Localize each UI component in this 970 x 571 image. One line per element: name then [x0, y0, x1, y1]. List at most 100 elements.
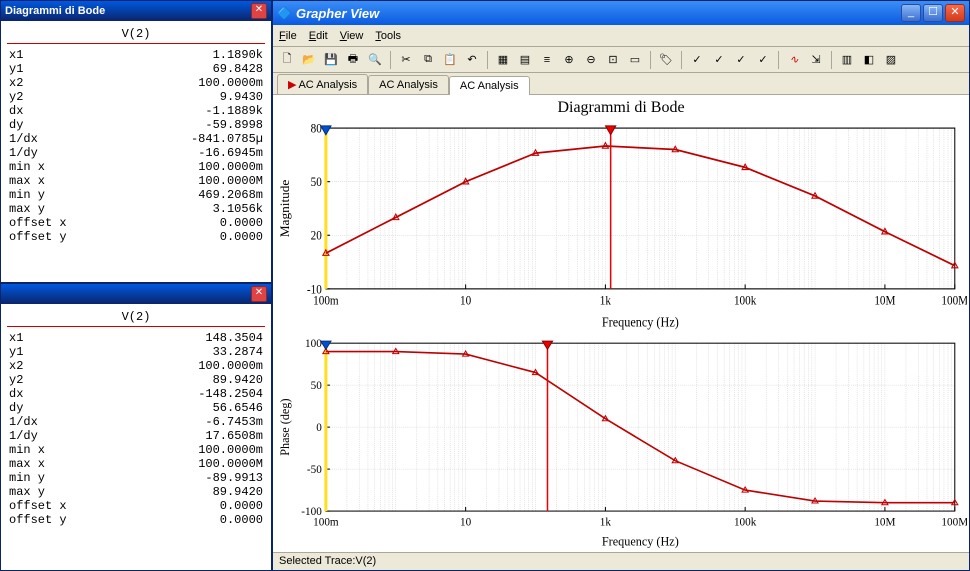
window-titlebar[interactable]: 🔷 Grapher View _ ☐ ✕ [273, 1, 969, 25]
open-icon[interactable]: 📂 [299, 50, 319, 70]
export-icon[interactable]: ⇲ [806, 50, 826, 70]
chart-area: Diagrammi di Bode -10205080100m101k100k1… [273, 95, 969, 552]
magnitude-chart[interactable]: -10205080100m101k100k10M100MFrequency (H… [275, 117, 967, 333]
svg-text:Frequency (Hz): Frequency (Hz) [602, 315, 679, 330]
svg-text:10M: 10M [874, 517, 895, 529]
svg-text:100M: 100M [941, 517, 967, 529]
trace-icon[interactable]: ∿ [784, 50, 804, 70]
panel-body: V(2) x11.1890ky169.8428x2100.0000my29.94… [1, 21, 271, 282]
new-icon[interactable]: 🗋 [277, 50, 297, 70]
table-row: max x100.0000M [7, 174, 265, 188]
separator [831, 51, 832, 69]
svg-text:10M: 10M [874, 294, 896, 308]
svg-text:80: 80 [311, 122, 322, 136]
marker1-icon[interactable]: ✓ [687, 50, 707, 70]
close-icon[interactable]: ✕ [251, 286, 267, 302]
paste-icon[interactable]: 📋 [440, 50, 460, 70]
minimize-button[interactable]: _ [901, 4, 921, 22]
tab-ac-analysis-1[interactable]: AC Analysis [368, 75, 449, 94]
marker4-icon[interactable]: ✓ [753, 50, 773, 70]
cursor-icon[interactable]: 🏷 [656, 50, 676, 70]
tool2-icon[interactable]: ◧ [859, 50, 879, 70]
table-row: x1148.3504 [7, 331, 265, 345]
svg-text:Magnitude: Magnitude [279, 179, 292, 237]
menu-edit[interactable]: Edit [309, 30, 328, 42]
cursor-data-table: x11.1890ky169.8428x2100.0000my29.9430dx-… [7, 48, 265, 244]
svg-text:100k: 100k [734, 517, 757, 529]
svg-text:Frequency (Hz): Frequency (Hz) [602, 535, 679, 549]
cursor-data-table: x1148.3504y133.2874x2100.0000my289.9420d… [7, 331, 265, 527]
zoom-out-icon[interactable]: ⊖ [581, 50, 601, 70]
table-row: max x100.0000M [7, 457, 265, 471]
tab-bar: ▶AC Analysis AC Analysis AC Analysis [273, 73, 969, 95]
table-row: min x100.0000m [7, 443, 265, 457]
table-row: 1/dx-6.7453m [7, 415, 265, 429]
trace-header: V(2) [7, 25, 265, 44]
table-row: max y89.9420 [7, 485, 265, 499]
maximize-button[interactable]: ☐ [923, 4, 943, 22]
print-icon[interactable]: 🖶 [343, 50, 363, 70]
svg-text:50: 50 [311, 176, 322, 190]
panel-titlebar[interactable]: ✕ [1, 284, 271, 304]
svg-text:100M: 100M [941, 294, 967, 308]
save-icon[interactable]: 💾 [321, 50, 341, 70]
table-row: max y3.1056k [7, 202, 265, 216]
tab-ac-analysis-0[interactable]: ▶AC Analysis [277, 74, 368, 94]
svg-text:100m: 100m [313, 294, 338, 308]
menu-view[interactable]: View [340, 30, 364, 42]
separator [390, 51, 391, 69]
tool3-icon[interactable]: ▨ [881, 50, 901, 70]
preview-icon[interactable]: 🔍 [365, 50, 385, 70]
svg-text:100k: 100k [734, 294, 757, 308]
svg-text:10: 10 [460, 517, 472, 529]
zoom-area-icon[interactable]: ▭ [625, 50, 645, 70]
zoom-fit-icon[interactable]: ⊡ [603, 50, 623, 70]
table-row: y29.9430 [7, 90, 265, 104]
svg-text:100: 100 [305, 338, 322, 350]
marker2-icon[interactable]: ✓ [709, 50, 729, 70]
trace-header: V(2) [7, 308, 265, 327]
cut-icon[interactable]: ✂ [396, 50, 416, 70]
legend-icon[interactable]: ≡ [537, 50, 557, 70]
phase-chart[interactable]: -100-50050100100m101k100k10M100MFrequenc… [275, 333, 967, 552]
tab-ac-analysis-2[interactable]: AC Analysis [449, 76, 530, 95]
svg-text:100m: 100m [313, 517, 339, 529]
separator [681, 51, 682, 69]
table-row: x11.1890k [7, 48, 265, 62]
svg-text:0: 0 [316, 422, 322, 434]
copy-icon[interactable]: ⧉ [418, 50, 438, 70]
table-row: min y469.2068m [7, 188, 265, 202]
grid-icon[interactable]: ▦ [493, 50, 513, 70]
statusbar: Selected Trace:V(2) [273, 552, 969, 570]
menu-tools[interactable]: Tools [375, 30, 401, 42]
table-row: 1/dy17.6508m [7, 429, 265, 443]
marker3-icon[interactable]: ✓ [731, 50, 751, 70]
svg-text:20: 20 [311, 229, 322, 243]
separator [487, 51, 488, 69]
undo-icon[interactable]: ↶ [462, 50, 482, 70]
arrow-icon: ▶ [288, 79, 296, 91]
svg-text:50: 50 [311, 380, 323, 392]
grid2-icon[interactable]: ▤ [515, 50, 535, 70]
svg-text:-50: -50 [307, 464, 322, 476]
svg-text:1k: 1k [600, 294, 611, 308]
table-row: y289.9420 [7, 373, 265, 387]
table-row: 1/dx-841.0785µ [7, 132, 265, 146]
table-row: dx-1.1889k [7, 104, 265, 118]
panel-title: Diagrammi di Bode [5, 5, 251, 17]
close-icon[interactable]: ✕ [251, 3, 267, 19]
toolbar: 🗋 📂 💾 🖶 🔍 ✂ ⧉ 📋 ↶ ▦ ▤ ≡ ⊕ ⊖ ⊡ ▭ 🏷 ✓ ✓ ✓ … [273, 47, 969, 73]
separator [650, 51, 651, 69]
table-row: min y-89.9913 [7, 471, 265, 485]
table-row: dx-148.2504 [7, 387, 265, 401]
menu-file[interactable]: File [279, 30, 297, 42]
chart-title: Diagrammi di Bode [275, 99, 967, 117]
svg-text:10: 10 [460, 294, 471, 308]
svg-text:Phase (deg): Phase (deg) [278, 399, 292, 456]
table-row: x2100.0000m [7, 76, 265, 90]
cursor-panel-phase: ✕ V(2) x1148.3504y133.2874x2100.0000my28… [0, 283, 272, 571]
panel-titlebar[interactable]: Diagrammi di Bode ✕ [1, 1, 271, 21]
close-button[interactable]: ✕ [945, 4, 965, 22]
zoom-in-icon[interactable]: ⊕ [559, 50, 579, 70]
tool1-icon[interactable]: ▥ [837, 50, 857, 70]
